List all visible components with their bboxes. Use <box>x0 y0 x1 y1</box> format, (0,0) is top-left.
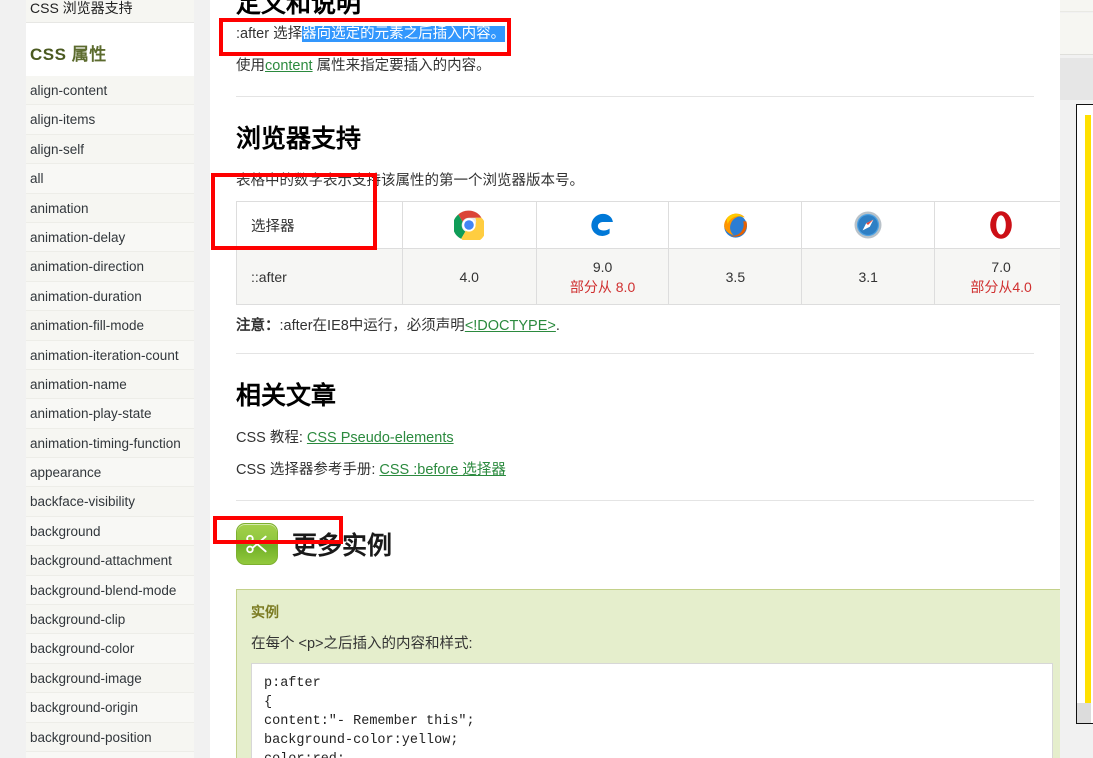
definition-text-plain: :after 选择 <box>236 26 303 42</box>
sidebar-item-appearance[interactable]: appearance <box>26 458 194 488</box>
related-article-1: CSS 教程: CSS Pseudo-elements <box>236 426 1034 450</box>
main-content: 定义和说明 :after 选择器向选定的元素之后插入内容。 使用content … <box>194 0 1068 758</box>
browser-support-intro: 表格中的数字表示支持该属性的第一个浏览器版本号。 <box>236 173 584 189</box>
example-box: 实例 在每个 <p>之后插入的内容和样式: p:after { content:… <box>236 589 1068 758</box>
table-cell-opera-partial: 部分从4.0 <box>970 278 1032 295</box>
browser-support-table: 选择器::after 4.0 9.0 部分从 8.0 3.5 3.1 7.0 … <box>236 201 1068 305</box>
sidebar-item-animation-delay[interactable]: animation-delay <box>26 222 194 253</box>
table-cell-firefox-version: 3.5 <box>725 268 746 285</box>
sidebar-item-background-blend-mode[interactable]: background-blend-mode <box>26 575 194 606</box>
table-cell-safari: 3.1 <box>801 248 936 305</box>
opera-icon <box>934 201 1068 249</box>
right-panel-grey-block <box>1060 58 1093 100</box>
sidebar-item-align-content[interactable]: align-content <box>26 76 194 106</box>
table-cell-edge-version: 9.0 <box>592 258 613 275</box>
content-property-link[interactable]: content <box>265 58 313 74</box>
sidebar-item-animation-timing-function[interactable]: animation-timing-function <box>26 428 194 459</box>
scissors-icon <box>236 523 278 565</box>
sidebar-item-background-position[interactable]: background-position <box>26 722 194 752</box>
related-2-link[interactable]: CSS :before 选择器 <box>379 462 506 478</box>
definition-heading: 定义和说明 <box>236 0 362 18</box>
divider-2 <box>236 353 1034 354</box>
table-cell-opera: 7.0 部分从4.0 <box>934 248 1068 305</box>
sidebar-section-title: CSS 属性 <box>26 40 194 76</box>
sidebar-item-background-repeat[interactable]: background-repeat <box>26 751 194 758</box>
sidebar-item-all[interactable]: all <box>26 164 194 194</box>
table-cell-chrome: 4.0 <box>401 248 537 305</box>
sidebar-item-backface-visibility[interactable]: backface-visibility <box>26 487 194 517</box>
right-edge-column <box>1060 0 1093 758</box>
sidebar: CSS 浏览器支持 CSS 属性 align-content align-item… <box>0 0 194 758</box>
sidebar-item-animation[interactable]: animation <box>26 193 194 223</box>
sidebar-property-list: align-content align-items align-self all ani… <box>26 76 194 758</box>
table-row: ::after 4.0 9.0部分从 8.0 3.5 3.1 7.0部分从4.0 <box>236 248 1068 305</box>
right-panel-strip-1 <box>1060 0 1093 12</box>
sidebar-inner: CSS 浏览器支持 CSS 属性 align-content align-item… <box>26 0 194 758</box>
sidebar-item-align-items[interactable]: align-items <box>26 105 194 135</box>
sidebar-item-align-self[interactable]: align-self <box>26 134 194 165</box>
sidebar-title-suffix: 属性 <box>71 45 107 64</box>
content-property-line: 使用content 属性来指定要插入的内容。 <box>236 54 1034 78</box>
table-cell-safari-version: 3.1 <box>858 268 878 285</box>
sidebar-item-animation-name[interactable]: animation-name <box>26 369 194 400</box>
table-cell-selector: ::after <box>236 248 403 305</box>
sidebar-item-animation-play-state[interactable]: animation-play-state <box>26 399 194 429</box>
related-article-2: CSS 选择器参考手册: CSS :before 选择器 <box>236 458 1034 482</box>
more-examples-header: 更多实例 <box>236 523 1034 565</box>
right-panel-yellow-bar <box>1085 115 1091 715</box>
note-text: :after在IE8中运行，必须声明 <box>279 318 465 334</box>
table-header-selector: 选择器 <box>236 201 403 249</box>
related-1-prefix: CSS 教程: <box>236 430 307 446</box>
browser-support-heading: 浏览器支持 <box>236 125 362 153</box>
note-label: 注意： <box>236 318 280 334</box>
edge-icon <box>535 201 670 249</box>
sidebar-item-animation-iteration-count[interactable]: animation-iteration-count <box>26 340 194 370</box>
table-cell-opera-version: 7.0 <box>991 258 1011 275</box>
table-cell-chrome-version: 4.0 <box>459 268 479 285</box>
divider-3 <box>236 500 1034 501</box>
example-description: 在每个 <p>之后插入的内容和样式: <box>251 636 473 652</box>
sidebar-item-css-browser-support[interactable]: CSS 浏览器支持 <box>26 0 194 23</box>
content-card: 定义和说明 :after 选择器向选定的元素之后插入内容。 使用content … <box>210 0 1068 758</box>
related-articles-heading: 相关文章 <box>236 382 337 410</box>
sidebar-item-background-origin[interactable]: background-origin <box>26 693 194 723</box>
sidebar-title-prefix: CSS <box>30 45 67 64</box>
sidebar-item-background-attachment[interactable]: background-attachment <box>26 546 194 576</box>
right-panel-strip-2 <box>1060 13 1093 55</box>
example-label: 实例 <box>251 604 279 620</box>
safari-icon <box>801 201 936 249</box>
firefox-icon <box>668 201 803 249</box>
sidebar-item-background-color[interactable]: background-color <box>26 634 194 664</box>
doctype-link[interactable]: <!DOCTYPE> <box>465 318 556 334</box>
related-1-link[interactable]: CSS Pseudo-elements <box>307 430 454 446</box>
note-tail: . <box>555 318 560 334</box>
sidebar-item-animation-duration[interactable]: animation-duration <box>26 281 194 312</box>
page-root: CSS 浏览器支持 CSS 属性 align-content align-item… <box>0 0 1093 758</box>
sidebar-item-animation-fill-mode[interactable]: animation-fill-mode <box>26 311 194 341</box>
content-line-post: 属性来指定要插入的内容。 <box>312 58 491 74</box>
definition-text: :after 选择器向选定的元素之后插入内容。 <box>236 22 1034 46</box>
right-side-ad-panel[interactable] <box>1076 104 1093 724</box>
content-line-pre: 使用 <box>236 58 265 74</box>
right-panel-footer-block <box>1077 703 1091 723</box>
divider-1 <box>236 96 1034 97</box>
sidebar-item-background-image[interactable]: background-image <box>26 663 194 694</box>
ie8-note: 注意：:after在IE8中运行，必须声明<!DOCTYPE>. <box>236 314 1034 335</box>
sidebar-gap <box>26 23 194 40</box>
more-examples-title: 更多实例 <box>292 532 393 560</box>
sidebar-item-background-clip[interactable]: background-clip <box>26 605 194 635</box>
browser-support-body: ::after 4.0 9.0部分从 8.0 3.5 3.1 7.0部分从4.0 <box>236 248 1068 305</box>
definition-text-selected: 器向选定的元素之后插入内容。 <box>302 26 506 42</box>
table-cell-edge-partial: 部分从 8.0 <box>569 278 636 295</box>
sidebar-item-background[interactable]: background <box>26 516 194 547</box>
table-cell-firefox: 3.5 <box>668 248 803 305</box>
related-2-prefix: CSS 选择器参考手册: <box>236 462 380 478</box>
table-cell-edge: 9.0 部分从 8.0 <box>535 248 670 305</box>
example-code: p:after { content:"- Remember this"; bac… <box>251 663 1053 758</box>
sidebar-item-animation-direction[interactable]: animation-direction <box>26 252 194 282</box>
chrome-icon <box>401 201 537 249</box>
table-header-row: 选择器 <box>236 201 1068 249</box>
